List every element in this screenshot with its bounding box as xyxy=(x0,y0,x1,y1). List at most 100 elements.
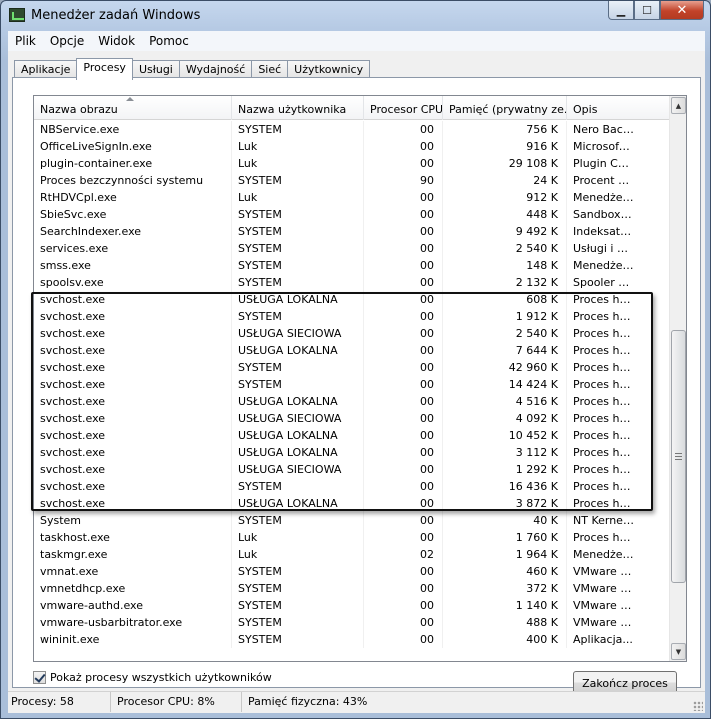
table-row[interactable]: svchost.exe USŁUGA SIECIOWA 00 4 092 K Proce… xyxy=(34,410,670,427)
table-row[interactable]: svchost.exe USŁUGA LOKALNA 00 608 K Proces h… xyxy=(34,291,670,308)
cell-user-name: USŁUGA LOKALNA xyxy=(232,291,364,308)
table-row[interactable]: vmnat.exe SYSTEM 00 460 K VMware N... xyxy=(34,563,670,580)
scroll-thumb[interactable] xyxy=(671,330,686,583)
cell-user-name: USŁUGA LOKALNA xyxy=(232,342,364,359)
table-row[interactable]: svchost.exe SYSTEM 00 16 436 K Proces ho... xyxy=(34,478,670,495)
cell-user-name: SYSTEM xyxy=(232,172,364,189)
process-list[interactable]: Nazwa obrazu Nazwa użytkownika Procesor … xyxy=(33,95,687,662)
cell-image-name: taskhost.exe xyxy=(34,529,232,546)
table-row[interactable]: plugin-container.exe Luk 00 29 108 K Plugin … xyxy=(34,155,670,172)
column-memory[interactable]: Pamięć (prywatny ze... xyxy=(443,96,567,120)
cell-memory: 912 K xyxy=(443,189,567,206)
menu-help[interactable]: Pomoc xyxy=(142,34,196,48)
table-row[interactable]: services.exe SYSTEM 00 2 540 K Usługi i a... xyxy=(34,240,670,257)
table-row[interactable]: RtHDVCpl.exe Luk 00 912 K Menedżer... xyxy=(34,189,670,206)
table-row[interactable]: svchost.exe USŁUGA LOKALNA 00 3 112 K Proces… xyxy=(34,444,670,461)
table-row[interactable]: svchost.exe USŁUGA SIECIOWA 00 1 292 K Proce… xyxy=(34,461,670,478)
table-row[interactable]: vmnetdhcp.exe SYSTEM 00 372 K VMware V... xyxy=(34,580,670,597)
cell-cpu: 00 xyxy=(364,631,443,648)
table-row[interactable]: svchost.exe USŁUGA LOKALNA 00 10 452 K Proce… xyxy=(34,427,670,444)
table-row[interactable]: System SYSTEM 00 40 K NT Kernel... xyxy=(34,512,670,529)
table-row[interactable]: spoolsv.exe SYSTEM 00 2 132 K Spooler S... xyxy=(34,274,670,291)
table-row[interactable]: NBService.exe SYSTEM 00 756 K Nero Back... xyxy=(34,121,670,138)
table-row[interactable]: svchost.exe USŁUGA LOKALNA 00 7 644 K Proces… xyxy=(34,342,670,359)
cell-description: Proces ho... xyxy=(573,497,637,510)
cell-user-name: USŁUGA LOKALNA xyxy=(232,444,364,461)
column-image-name[interactable]: Nazwa obrazu xyxy=(34,96,232,120)
column-cpu[interactable]: Procesor CPU xyxy=(364,96,443,120)
table-row[interactable]: taskhost.exe Luk 00 1 760 K Proces ho... xyxy=(34,529,670,546)
cell-cpu: 00 xyxy=(364,342,443,359)
cell-cpu: 00 xyxy=(364,410,443,427)
table-row[interactable]: svchost.exe USŁUGA SIECIOWA 00 2 540 K Proce… xyxy=(34,325,670,342)
column-user-name[interactable]: Nazwa użytkownika xyxy=(232,96,364,120)
column-description[interactable]: Opis xyxy=(567,96,640,120)
table-row[interactable]: svchost.exe SYSTEM 00 42 960 K Proces ho... xyxy=(34,359,670,376)
maximize-button[interactable]: ☐ xyxy=(634,1,660,20)
cell-image-name: vmware-usbarbitrator.exe xyxy=(34,614,232,631)
cell-memory: 916 K xyxy=(443,138,567,155)
table-row[interactable]: smss.exe SYSTEM 00 148 K Menedżer... xyxy=(34,257,670,274)
column-label: Nazwa obrazu xyxy=(40,103,118,116)
cell-image-name: taskmgr.exe xyxy=(34,546,232,563)
vertical-scrollbar[interactable]: ▲ ▼ xyxy=(669,96,686,661)
cell-memory: 29 108 K xyxy=(443,155,567,172)
table-row[interactable]: taskmgr.exe Luk 02 1 964 K Menedżer... xyxy=(34,546,670,563)
cell-memory: 7 644 K xyxy=(443,342,567,359)
minimize-button[interactable]: ▁ xyxy=(608,1,634,20)
menu-file[interactable]: Plik xyxy=(8,34,43,48)
table-row[interactable]: Proces bezczynności systemu SYSTEM 90 24 K P… xyxy=(34,172,670,189)
cell-description: Microsoft ... xyxy=(573,140,638,153)
resize-grip[interactable] xyxy=(693,701,703,711)
cell-user-name: SYSTEM xyxy=(232,512,364,529)
cell-memory: 9 492 K xyxy=(443,223,567,240)
scroll-down-button[interactable]: ▼ xyxy=(671,643,686,660)
close-button[interactable]: ✕ xyxy=(660,1,704,20)
cell-memory: 756 K xyxy=(443,121,567,138)
cell-image-name: wininit.exe xyxy=(34,631,232,648)
cell-user-name: SYSTEM xyxy=(232,257,364,274)
title-bar[interactable]: Menedżer zadań Windows ▁ ☐ ✕ xyxy=(1,1,710,31)
cell-image-name: OfficeLiveSignIn.exe xyxy=(34,138,232,155)
table-row[interactable]: vmware-authd.exe SYSTEM 00 1 140 K VMware A.… xyxy=(34,597,670,614)
minimize-icon: ▁ xyxy=(616,3,626,17)
list-header: Nazwa obrazu Nazwa użytkownika Procesor … xyxy=(34,96,670,120)
window-title: Menedżer zadań Windows xyxy=(31,8,201,23)
table-row[interactable]: vmware-usbarbitrator.exe SYSTEM 00 488 K VMw… xyxy=(34,614,670,631)
show-all-users-checkbox[interactable] xyxy=(33,671,46,684)
cell-image-name: svchost.exe xyxy=(34,393,232,410)
table-row[interactable]: SearchIndexer.exe SYSTEM 00 9 492 K Indeksat… xyxy=(34,223,670,240)
cell-cpu: 00 xyxy=(364,597,443,614)
cell-memory: 3 112 K xyxy=(443,444,567,461)
tab-processes[interactable]: Procesy xyxy=(76,58,133,80)
cell-image-name: svchost.exe xyxy=(34,291,232,308)
cell-cpu: 00 xyxy=(364,240,443,257)
column-label: Pamięć (prywatny ze... xyxy=(449,103,567,116)
cell-user-name: SYSTEM xyxy=(232,223,364,240)
cell-user-name: Luk xyxy=(232,155,364,172)
cell-cpu: 00 xyxy=(364,155,443,172)
cell-user-name: SYSTEM xyxy=(232,308,364,325)
cell-description: Nero Back... xyxy=(573,123,640,136)
menu-options[interactable]: Opcje xyxy=(43,34,91,48)
cell-cpu: 00 xyxy=(364,461,443,478)
menu-view[interactable]: Widok xyxy=(91,34,142,48)
table-row[interactable]: OfficeLiveSignIn.exe Luk 00 916 K Microsoft … xyxy=(34,138,670,155)
column-label: Nazwa użytkownika xyxy=(238,103,347,116)
cell-cpu: 00 xyxy=(364,563,443,580)
cell-user-name: SYSTEM xyxy=(232,478,364,495)
table-row[interactable]: wininit.exe SYSTEM 00 400 K Aplikacja... xyxy=(34,631,670,648)
table-row[interactable]: svchost.exe USŁUGA LOKALNA 00 4 516 K Proces… xyxy=(34,393,670,410)
table-row[interactable]: svchost.exe SYSTEM 00 14 424 K Proces ho... xyxy=(34,376,670,393)
show-all-users-row[interactable]: Pokaż procesy wszystkich użytkowników xyxy=(33,671,272,684)
cell-user-name: USŁUGA LOKALNA xyxy=(232,393,364,410)
task-manager-window: Menedżer zadań Windows ▁ ☐ ✕ Plik Opcje … xyxy=(0,0,711,719)
cell-description: Proces ho... xyxy=(573,531,637,544)
table-row[interactable]: SbieSvc.exe SYSTEM 00 448 K Sandboxi... xyxy=(34,206,670,223)
table-row[interactable]: svchost.exe SYSTEM 00 1 912 K Proces ho... xyxy=(34,308,670,325)
table-row[interactable]: svchost.exe USŁUGA LOKALNA 00 3 872 K Proces… xyxy=(34,495,670,512)
cell-memory: 3 872 K xyxy=(443,495,567,512)
cell-memory: 16 436 K xyxy=(443,478,567,495)
scroll-up-button[interactable]: ▲ xyxy=(671,97,686,114)
cell-description: Menedżer... xyxy=(573,259,637,272)
